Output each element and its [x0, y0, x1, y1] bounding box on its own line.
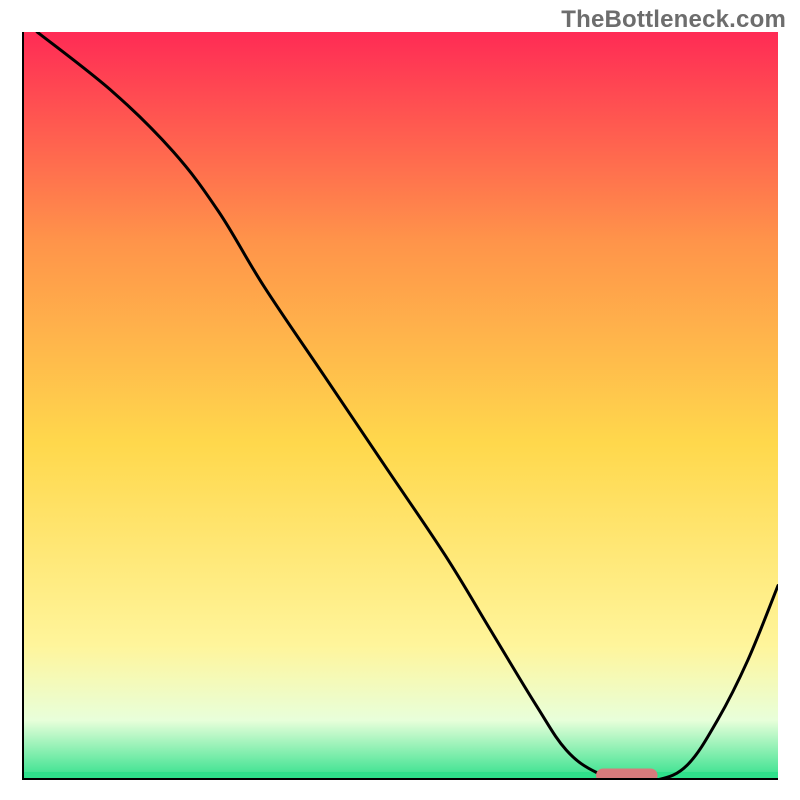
chart-container: TheBottleneck.com: [0, 0, 800, 800]
gradient-background: [22, 32, 778, 780]
watermark-text: TheBottleneck.com: [561, 6, 786, 34]
chart-svg: [22, 32, 778, 780]
plot-area: [22, 32, 778, 780]
